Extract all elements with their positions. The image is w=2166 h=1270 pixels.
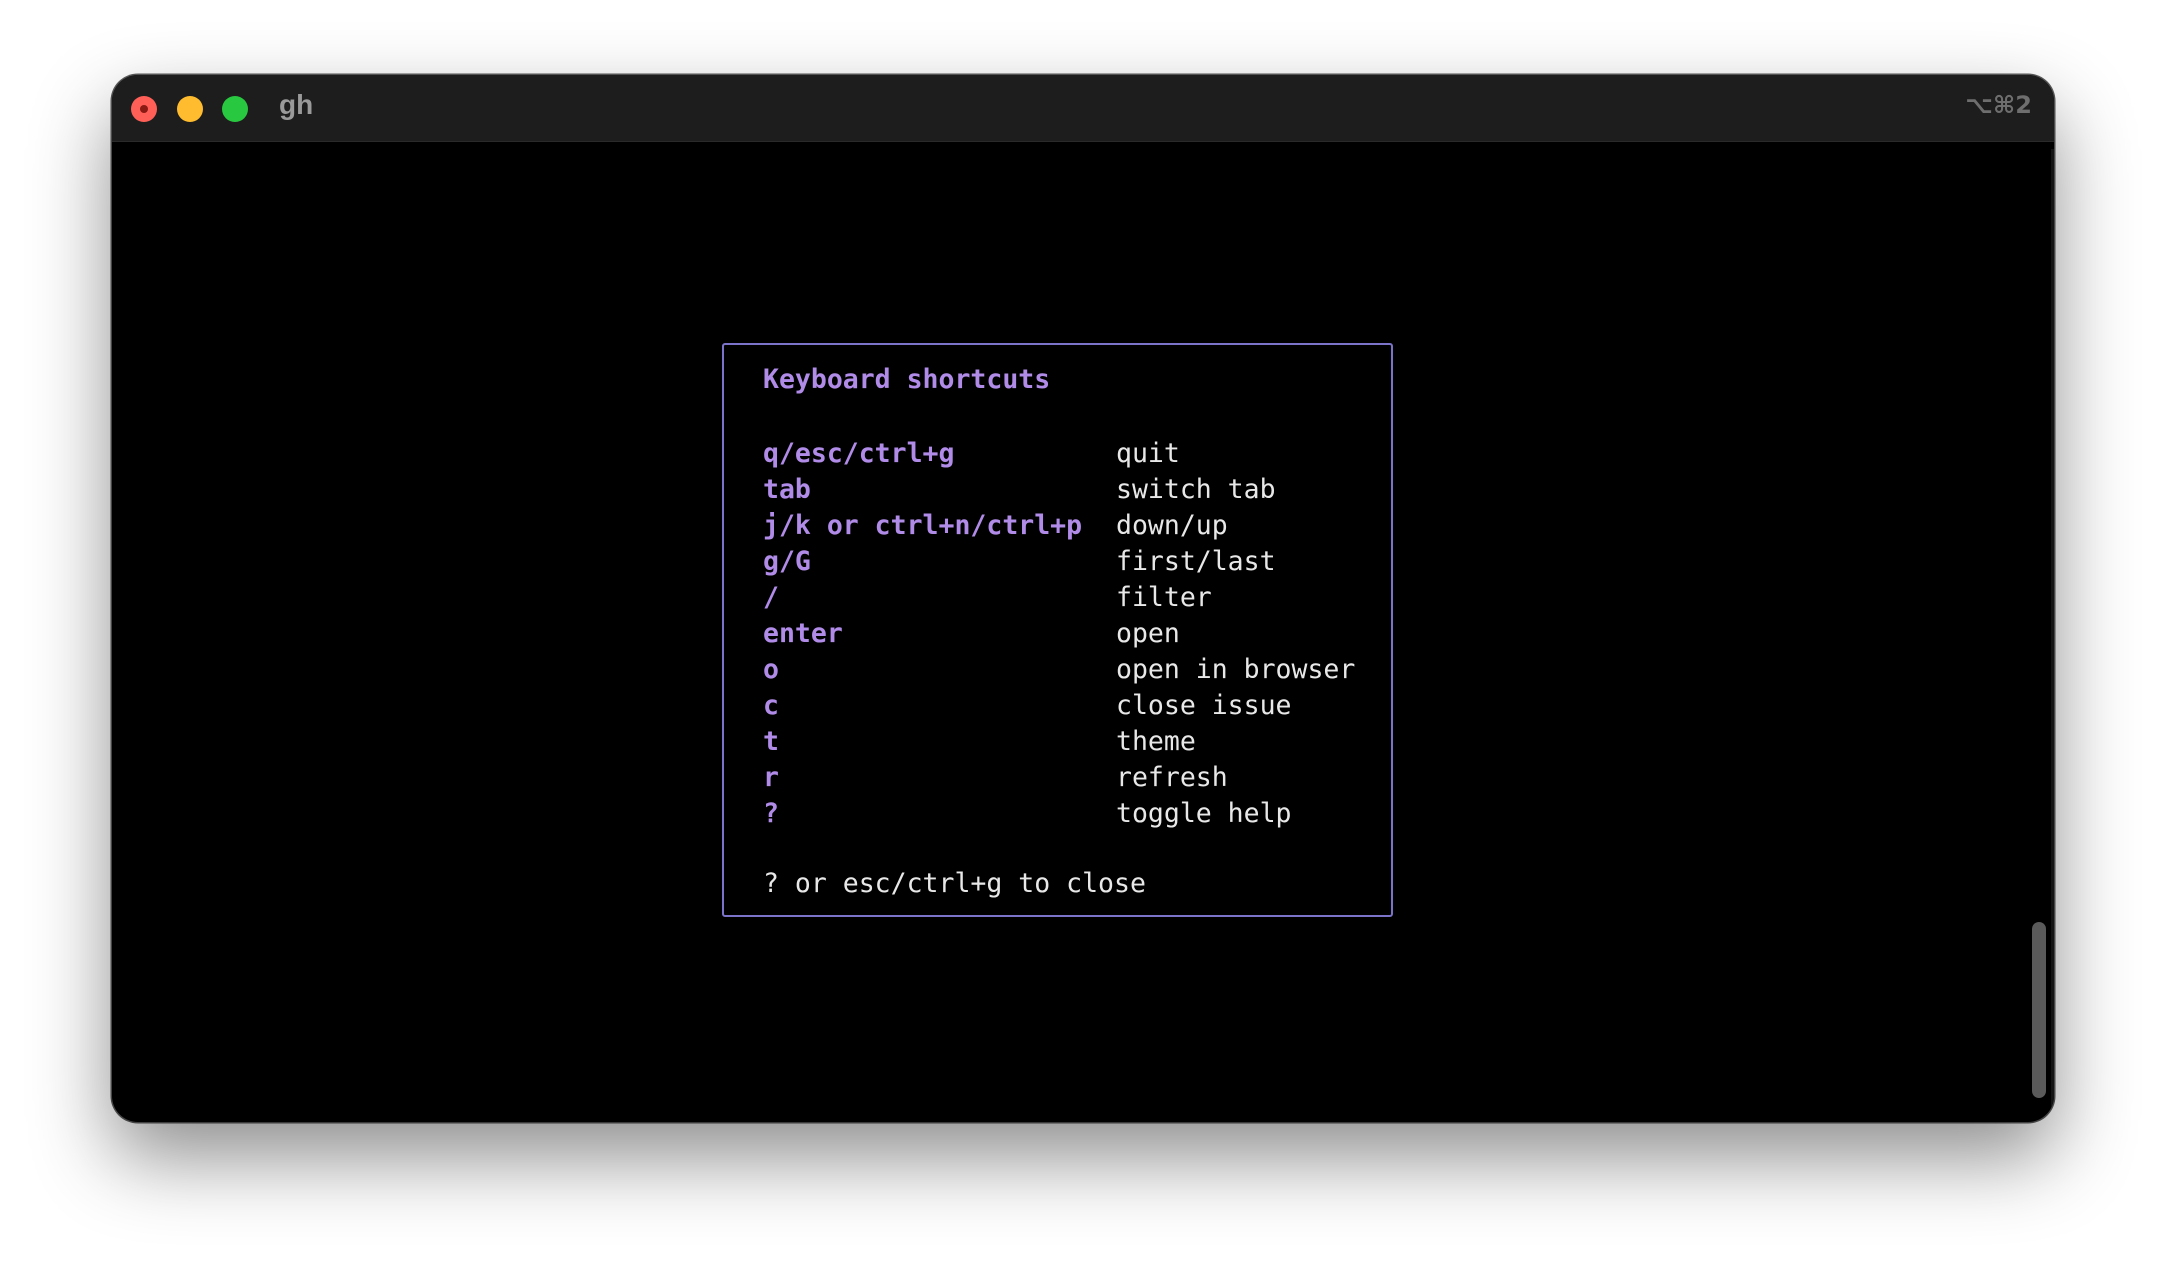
shortcut-key: j/k or ctrl+n/ctrl+p <box>763 510 1083 541</box>
shortcut-key: ? <box>763 798 779 829</box>
shortcut-key: t <box>763 726 779 757</box>
shortcut-description: refresh <box>1116 762 1228 793</box>
title-bar[interactable]: gh ⌥⌘2 <box>112 75 2054 142</box>
shortcut-key: / <box>763 582 779 613</box>
shortcut-key: enter <box>763 618 843 649</box>
shortcut-description: open in browser <box>1116 654 1356 685</box>
shortcut-key: r <box>763 762 779 793</box>
minimize-window-button[interactable] <box>177 96 203 122</box>
shortcut-description: close issue <box>1116 690 1292 721</box>
shortcut-key: q/esc/ctrl+g <box>763 438 955 469</box>
shortcut-description: toggle help <box>1116 798 1292 829</box>
scrollbar-thumb[interactable] <box>2032 922 2046 1098</box>
maximize-window-button[interactable] <box>222 96 248 122</box>
shortcut-key: o <box>763 654 779 685</box>
keyboard-shortcuts-dialog: Keyboard shortcuts q/esc/ctrl+g quit tab sw… <box>722 343 1393 917</box>
shortcut-key: tab <box>763 474 811 505</box>
scroll-track <box>2051 149 2054 1114</box>
dialog-footer-hint: ? or esc/ctrl+g to close <box>763 868 1146 899</box>
close-window-button[interactable] <box>131 96 157 122</box>
window-title: gh <box>279 89 314 120</box>
shortcut-description: quit <box>1116 438 1180 469</box>
shortcut-description: first/last <box>1116 546 1276 577</box>
shortcut-description: filter <box>1116 582 1212 613</box>
terminal-window: gh ⌥⌘2 Keyboard shortcuts q/esc/ctrl+g qu… <box>112 75 2054 1122</box>
close-dot-icon <box>140 105 148 113</box>
shortcut-description: switch tab <box>1116 474 1276 505</box>
shortcut-description: theme <box>1116 726 1196 757</box>
dialog-title: Keyboard shortcuts <box>763 364 1051 395</box>
window-shortcut-hint: ⌥⌘2 <box>1965 91 2032 119</box>
shortcut-key: c <box>763 690 779 721</box>
shortcut-description: down/up <box>1116 510 1228 541</box>
shortcut-key: g/G <box>763 546 811 577</box>
shortcut-description: open <box>1116 618 1180 649</box>
